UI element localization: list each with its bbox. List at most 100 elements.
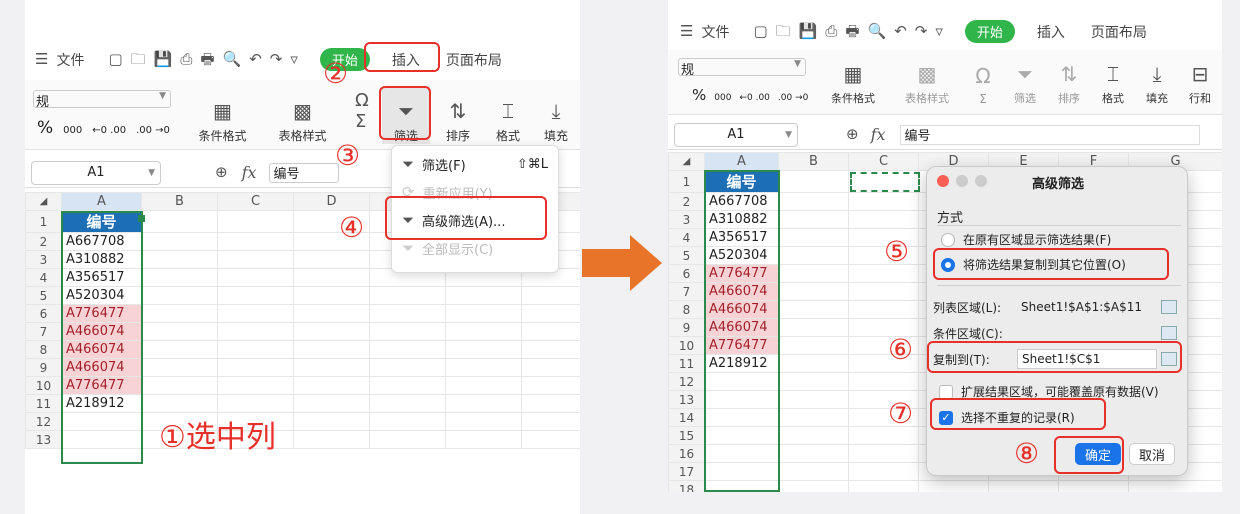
table-style-button[interactable]: ▩ 表格样式 <box>892 54 962 106</box>
cell[interactable] <box>293 304 370 323</box>
column-header-d[interactable]: D <box>293 192 370 211</box>
cell[interactable] <box>778 228 849 247</box>
cell[interactable] <box>217 268 294 287</box>
save-icon[interactable]: 💾 <box>799 24 818 39</box>
name-box[interactable]: A1 ▼ <box>31 160 161 185</box>
row-header[interactable]: 11 <box>25 394 62 413</box>
cell[interactable] <box>293 412 370 431</box>
pdf-icon[interactable]: ⎙ <box>825 24 837 39</box>
new-file-icon[interactable]: ▢ <box>753 24 767 39</box>
select-all-corner[interactable]: ◢ <box>668 152 705 171</box>
row-header[interactable]: 1 <box>25 210 62 233</box>
cell[interactable] <box>445 304 522 323</box>
undo-icon[interactable]: ↶ <box>894 24 907 39</box>
sum-button[interactable]: ΩΣ <box>968 54 998 106</box>
cell[interactable] <box>445 286 522 305</box>
cell[interactable] <box>1058 480 1129 492</box>
tab-page-layout[interactable]: 页面布局 <box>446 50 502 70</box>
cell[interactable] <box>521 340 580 359</box>
cell[interactable] <box>293 376 370 395</box>
formula-input[interactable]: 编号 <box>268 162 339 183</box>
cell[interactable] <box>369 376 446 395</box>
row-header[interactable]: 4 <box>25 268 62 287</box>
criteria-range-input[interactable] <box>1017 323 1157 343</box>
hamburger-icon[interactable]: ☰ <box>680 24 693 39</box>
conditional-format-button[interactable]: ▦ 条件格式 <box>185 86 260 144</box>
row-header[interactable]: 6 <box>25 304 62 323</box>
percent-button[interactable]: % <box>37 118 53 138</box>
cell[interactable] <box>141 394 218 413</box>
cell[interactable] <box>778 444 849 463</box>
format-button[interactable]: ⌶ 格式 <box>487 86 529 144</box>
row-header[interactable]: 2 <box>25 232 62 251</box>
table-style-button[interactable]: ▩ 表格样式 <box>265 86 340 144</box>
column-header-b[interactable]: B <box>141 192 218 211</box>
row-header[interactable]: 13 <box>25 430 62 449</box>
open-folder-icon[interactable]: 🗀 <box>776 24 791 39</box>
cell[interactable] <box>217 322 294 341</box>
cell[interactable] <box>848 300 919 319</box>
filter-button[interactable]: ⏷ 筛选 <box>1006 54 1044 106</box>
row-header[interactable]: 10 <box>25 376 62 395</box>
cell[interactable] <box>778 318 849 337</box>
cell[interactable] <box>988 480 1059 492</box>
cell[interactable] <box>445 322 522 341</box>
cell[interactable] <box>778 354 849 373</box>
save-icon[interactable]: 💾 <box>154 52 173 67</box>
cell[interactable] <box>141 250 218 269</box>
cell[interactable] <box>293 340 370 359</box>
cell[interactable] <box>778 264 849 283</box>
cell[interactable] <box>141 232 218 251</box>
cell[interactable] <box>369 394 446 413</box>
cell[interactable] <box>848 462 919 481</box>
column-header-b[interactable]: B <box>778 152 849 171</box>
cell[interactable] <box>521 430 580 449</box>
cell[interactable] <box>141 286 218 305</box>
tab-home[interactable]: 开始 <box>964 20 1015 43</box>
cell[interactable] <box>293 358 370 377</box>
cell[interactable] <box>848 282 919 301</box>
row-header[interactable]: 9 <box>25 358 62 377</box>
cell[interactable] <box>848 192 919 211</box>
row-header[interactable]: 4 <box>668 228 705 247</box>
row-header[interactable]: 3 <box>668 210 705 229</box>
cell[interactable] <box>778 480 849 492</box>
cell[interactable] <box>369 322 446 341</box>
cell[interactable] <box>369 430 446 449</box>
cell[interactable] <box>521 412 580 431</box>
row-header[interactable]: 7 <box>25 322 62 341</box>
decrease-decimal-button[interactable]: .00 →0 <box>136 125 170 136</box>
range-picker-icon[interactable] <box>1161 300 1177 314</box>
fx-icon[interactable]: fx <box>871 125 886 144</box>
cell[interactable] <box>778 192 849 211</box>
row-header[interactable]: 8 <box>25 340 62 359</box>
fill-handle[interactable] <box>138 215 145 222</box>
cell[interactable] <box>445 412 522 431</box>
cell[interactable] <box>369 304 446 323</box>
cell[interactable] <box>778 246 849 265</box>
number-format-select[interactable]: 规 ▼ <box>33 90 171 110</box>
row-header[interactable]: 9 <box>668 318 705 337</box>
print-preview-icon[interactable]: 🔍 <box>223 52 242 67</box>
redo-icon[interactable]: ↷ <box>915 24 928 39</box>
number-format-select[interactable]: 规 ▼ <box>678 58 806 78</box>
cell[interactable] <box>521 394 580 413</box>
row-header[interactable]: 13 <box>668 390 705 409</box>
cell[interactable] <box>293 268 370 287</box>
cell[interactable] <box>141 322 218 341</box>
format-button[interactable]: ⌶ 格式 <box>1094 54 1132 106</box>
hamburger-icon[interactable]: ☰ <box>35 52 48 67</box>
column-header-a[interactable]: A <box>704 152 779 171</box>
cell[interactable] <box>445 358 522 377</box>
pdf-icon[interactable]: ⎙ <box>180 52 192 67</box>
name-box[interactable]: A1 ▼ <box>674 122 798 147</box>
formula-input[interactable]: 编号 <box>899 124 1200 145</box>
cell[interactable] <box>217 210 294 233</box>
thousands-button[interactable]: 000 <box>714 93 731 103</box>
percent-button[interactable]: % <box>692 86 706 104</box>
cell[interactable] <box>141 268 218 287</box>
cell[interactable] <box>293 430 370 449</box>
row-header[interactable]: 15 <box>668 426 705 445</box>
fx-icon[interactable]: fx <box>242 163 257 182</box>
zoom-icon[interactable]: ⊕ <box>215 165 228 180</box>
